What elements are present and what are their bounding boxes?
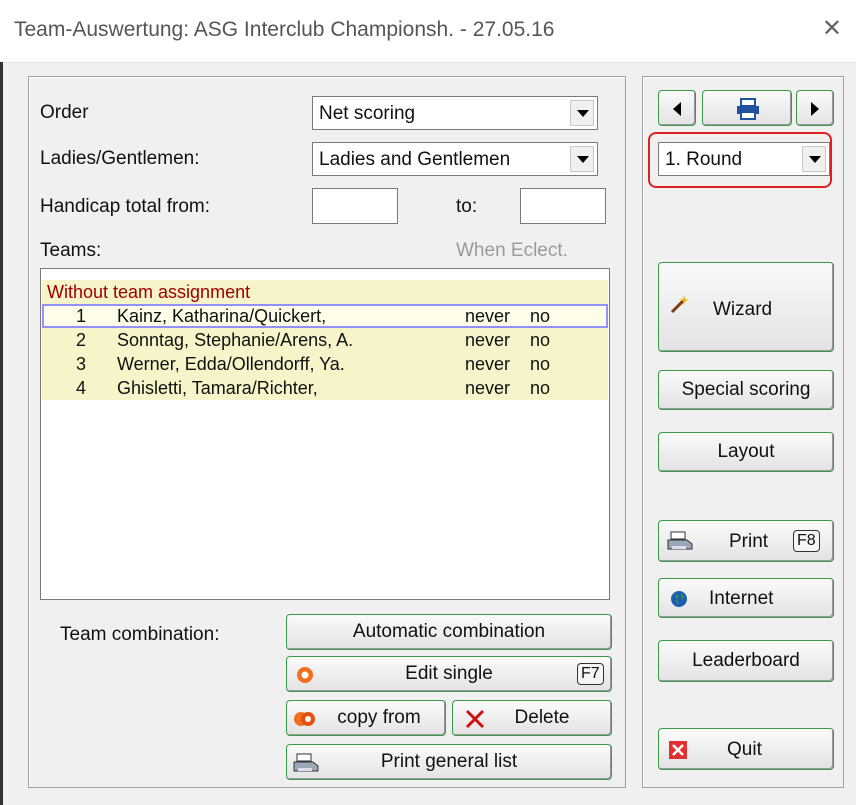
title-bar: Team-Auswertung: ASG Interclub Champions… bbox=[0, 0, 856, 63]
next-button[interactable] bbox=[796, 90, 834, 126]
print-shortcut: F8 bbox=[793, 530, 820, 552]
special-scoring-button[interactable]: Special scoring bbox=[658, 370, 834, 410]
arrow-right-icon bbox=[811, 102, 819, 116]
leaderboard-button[interactable]: Leaderboard bbox=[658, 640, 834, 682]
team-number: 3 bbox=[75, 354, 86, 374]
edit-single-label: Edit single bbox=[405, 663, 493, 684]
team-row[interactable]: 2 Sonntag, Stephanie/Arens, A. never no bbox=[42, 328, 608, 352]
print-general-list-button[interactable]: Print general list bbox=[286, 744, 612, 780]
team-when: never bbox=[465, 306, 511, 326]
order-dropdown-button[interactable] bbox=[570, 100, 594, 126]
print-label: Print bbox=[729, 531, 769, 552]
round-select-value: 1. Round bbox=[665, 149, 743, 170]
leaderboard-label: Leaderboard bbox=[692, 650, 800, 671]
chevron-down-icon bbox=[809, 156, 821, 163]
team-name: Werner, Edda/Ollendorff, Ya. bbox=[117, 354, 345, 374]
when-eclect-header: When Eclect. bbox=[456, 240, 568, 261]
internet-label: Internet bbox=[709, 588, 774, 609]
printer-button[interactable] bbox=[702, 90, 792, 126]
team-when: never bbox=[465, 378, 511, 398]
teams-list[interactable]: Without team assignment 1 Kainz, Kathari… bbox=[40, 268, 610, 600]
team-row[interactable]: 1 Kainz, Katharina/Quickert, never no bbox=[42, 304, 608, 328]
delete-label: Delete bbox=[514, 707, 570, 728]
internet-button[interactable]: Internet bbox=[658, 578, 834, 618]
close-icon[interactable]: ✕ bbox=[822, 14, 842, 43]
automatic-combination-label: Automatic combination bbox=[352, 621, 546, 642]
handicap-from-label: Handicap total from: bbox=[40, 196, 211, 217]
wizard-label: Wizard bbox=[713, 299, 773, 320]
team-number: 4 bbox=[75, 378, 86, 398]
round-dropdown-button[interactable] bbox=[802, 146, 826, 172]
printer-icon bbox=[667, 531, 693, 550]
quit-label: Quit bbox=[727, 739, 762, 760]
team-row[interactable]: 3 Werner, Edda/Ollendorff, Ya. never no bbox=[42, 352, 608, 376]
edit-single-button[interactable]: Edit single F7 bbox=[286, 656, 612, 692]
team-number: 2 bbox=[75, 330, 86, 350]
print-general-list-label: Print general list bbox=[380, 751, 518, 772]
team-when: never bbox=[465, 354, 511, 374]
team-when: never bbox=[465, 330, 511, 350]
copy-from-label: copy from bbox=[337, 707, 421, 728]
edit-single-shortcut: F7 bbox=[577, 663, 604, 685]
automatic-combination-button[interactable]: Automatic combination bbox=[286, 614, 612, 650]
group-header[interactable]: Without team assignment bbox=[42, 280, 608, 304]
layout-label: Layout bbox=[717, 441, 775, 462]
special-scoring-label: Special scoring bbox=[681, 379, 811, 400]
team-eclect: no bbox=[530, 306, 551, 326]
arrow-left-icon bbox=[673, 102, 681, 116]
window-edge bbox=[0, 62, 3, 805]
gender-select[interactable]: Ladies and Gentlemen bbox=[312, 142, 598, 176]
team-eclect: no bbox=[530, 354, 551, 374]
magic-wand-icon bbox=[670, 295, 689, 314]
order-select-value: Net scoring bbox=[319, 103, 416, 124]
team-row[interactable]: 4 Ghisletti, Tamara/Richter, never no bbox=[42, 376, 608, 400]
globe-icon bbox=[671, 591, 687, 607]
chevron-down-icon bbox=[577, 156, 589, 163]
team-eclect: no bbox=[530, 378, 551, 398]
wizard-button[interactable]: Wizard bbox=[658, 262, 834, 352]
order-label: Order bbox=[40, 102, 89, 123]
team-name: Sonntag, Stephanie/Arens, A. bbox=[117, 330, 354, 350]
gender-dropdown-button[interactable] bbox=[570, 146, 594, 172]
quit-button[interactable]: Quit bbox=[658, 728, 834, 770]
handicap-to-input[interactable] bbox=[520, 188, 606, 224]
quit-icon bbox=[669, 741, 687, 759]
gender-select-value: Ladies and Gentlemen bbox=[319, 149, 511, 170]
handicap-from-input[interactable] bbox=[312, 188, 398, 224]
team-eclect: no bbox=[530, 330, 551, 350]
copy-from-button[interactable]: copy from bbox=[286, 700, 446, 736]
order-select[interactable]: Net scoring bbox=[312, 96, 598, 130]
print-button[interactable]: Print F8 bbox=[658, 520, 834, 562]
handicap-to-label: to: bbox=[456, 196, 478, 217]
team-name: Ghisletti, Tamara/Richter, bbox=[117, 378, 318, 398]
layout-button[interactable]: Layout bbox=[658, 432, 834, 472]
group-header-label: Without team assignment bbox=[47, 282, 251, 302]
delete-button[interactable]: Delete bbox=[452, 700, 612, 736]
previous-button[interactable] bbox=[658, 90, 696, 126]
teams-label: Teams: bbox=[40, 240, 102, 261]
window-title: Team-Auswertung: ASG Interclub Champions… bbox=[14, 18, 555, 41]
team-name: Kainz, Katharina/Quickert, bbox=[117, 306, 327, 326]
printer-icon bbox=[737, 98, 759, 120]
team-number: 1 bbox=[75, 306, 86, 326]
gender-label: Ladies/Gentlemen: bbox=[40, 148, 200, 169]
round-select[interactable]: 1. Round bbox=[658, 142, 830, 176]
team-combination-label: Team combination: bbox=[60, 624, 220, 645]
chevron-down-icon bbox=[577, 110, 589, 117]
